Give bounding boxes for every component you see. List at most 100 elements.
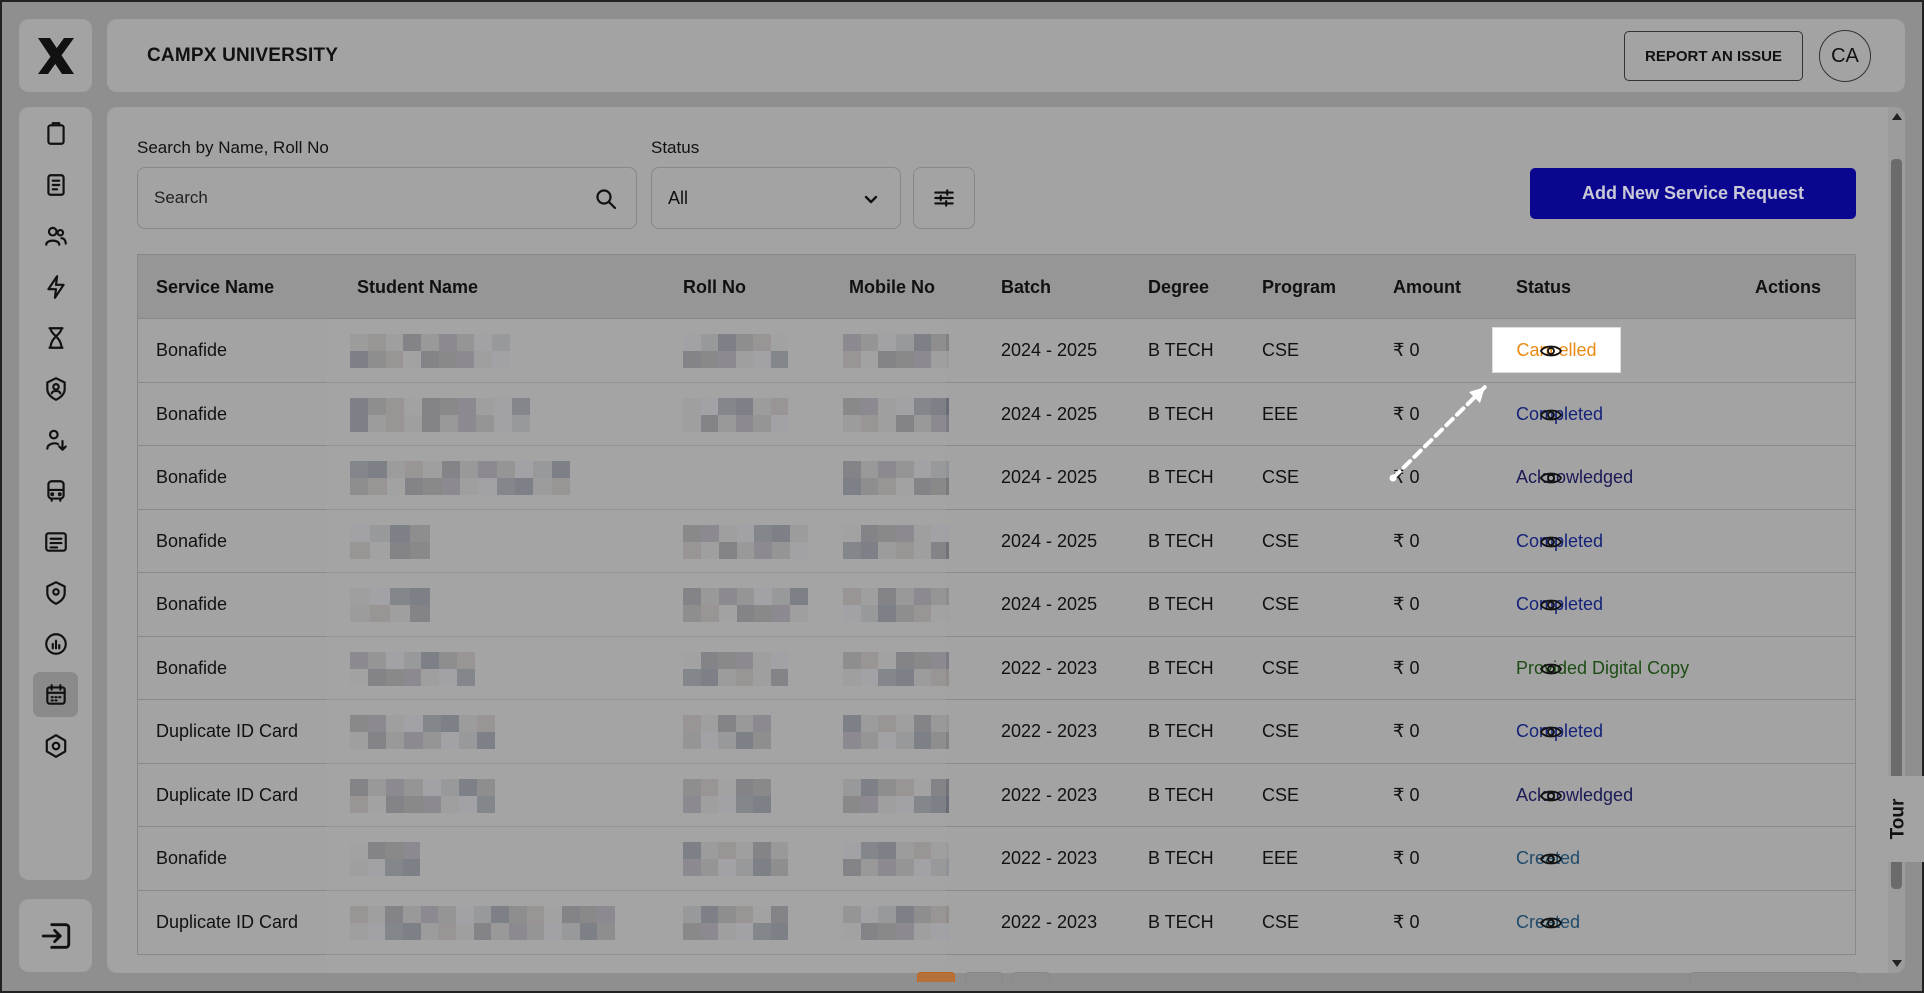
- sidebar-item-shield-user[interactable]: [33, 366, 78, 411]
- cell-degree: B TECH: [1148, 340, 1214, 360]
- view-eye-icon[interactable]: [1539, 657, 1563, 681]
- table-row[interactable]: Duplicate ID Card 2022 - 2023 B TECH CSE ₹ 0…: [138, 700, 1855, 764]
- cell-program: CSE: [1262, 721, 1300, 741]
- column-header-program[interactable]: Program: [1262, 277, 1336, 298]
- search-input[interactable]: [154, 168, 574, 228]
- report-issue-button[interactable]: REPORT AN ISSUE: [1624, 31, 1803, 81]
- search-icon[interactable]: [594, 187, 618, 211]
- column-header-status[interactable]: Status: [1516, 277, 1571, 298]
- table-row[interactable]: Duplicate ID Card 2022 - 2023 B TECH CSE ₹ 0…: [138, 891, 1855, 955]
- cell-batch: 2022 - 2023: [1001, 784, 1098, 805]
- redacted-field: [683, 334, 788, 368]
- rows-per-page-select[interactable]: [1690, 972, 1858, 982]
- redacted-field: [350, 842, 420, 876]
- x-logo-icon: [37, 37, 74, 74]
- view-eye-icon[interactable]: [1539, 847, 1563, 871]
- cell-service-name: Duplicate ID Card: [156, 721, 299, 741]
- cell-degree: B TECH: [1148, 911, 1214, 932]
- cell-service-name: Bonafide: [156, 530, 228, 551]
- cell-amount: ₹ 0: [1393, 467, 1420, 487]
- cell-amount: ₹ 0: [1393, 530, 1420, 551]
- view-eye-icon[interactable]: [1539, 466, 1563, 490]
- table-row[interactable]: Bonafide 2024 - 2025 B TECH CSE ₹ 0 Completed: [138, 573, 1855, 637]
- cell-batch: 2024 - 2025: [1001, 467, 1098, 487]
- cell-batch: 2022 - 2023: [1001, 911, 1098, 932]
- column-header-amount[interactable]: Amount: [1393, 277, 1461, 298]
- cell-service-name: Bonafide: [156, 340, 228, 360]
- cell-amount: ₹ 0: [1393, 657, 1420, 678]
- cell-batch: 2024 - 2025: [1001, 530, 1098, 551]
- redacted-field: [843, 461, 949, 495]
- sidebar-item-hourglass[interactable]: [33, 315, 78, 360]
- view-eye-icon[interactable]: [1539, 911, 1563, 935]
- sidebar-nav: [19, 107, 92, 880]
- table-row[interactable]: Bonafide 2022 - 2023 B TECH CSE ₹ 0 Provided …: [138, 637, 1855, 700]
- sidebar-item-bus[interactable]: [33, 468, 78, 513]
- pagination-page-active[interactable]: [917, 972, 955, 982]
- sidebar-item-shield-pin[interactable]: [33, 570, 78, 615]
- status-select[interactable]: All: [651, 167, 901, 229]
- sidebar-item-ledger[interactable]: [33, 519, 78, 564]
- column-header-service-name[interactable]: Service Name: [156, 277, 274, 298]
- cell-degree: B TECH: [1148, 403, 1214, 424]
- redacted-field: [843, 842, 949, 876]
- table-row[interactable]: Bonafide 2024 - 2025 B TECH CSE ₹ 0 Completed: [138, 510, 1855, 573]
- sidebar-item-user-cycle[interactable]: [33, 417, 78, 462]
- pagination-page[interactable]: [965, 972, 1003, 982]
- scroll-up-arrow[interactable]: [1892, 113, 1902, 120]
- sidebar-item-bolt[interactable]: [33, 264, 78, 309]
- sidebar-item-book[interactable]: [33, 162, 78, 207]
- scroll-down-arrow[interactable]: [1892, 960, 1902, 967]
- column-header-student-name[interactable]: Student Name: [357, 277, 478, 298]
- redacted-field: [683, 778, 771, 813]
- redacted-field: [843, 334, 949, 368]
- cell-program: CSE: [1262, 657, 1300, 678]
- book-icon: [46, 173, 65, 196]
- sidebar-item-clipboard[interactable]: [33, 111, 78, 156]
- sidebar-item-settings[interactable]: [33, 723, 78, 768]
- view-eye-icon[interactable]: [1539, 720, 1563, 744]
- column-header-roll-no[interactable]: Roll No: [683, 277, 746, 298]
- redacted-field: [683, 715, 771, 749]
- cell-degree: B TECH: [1148, 594, 1214, 614]
- cell-program: CSE: [1262, 467, 1300, 487]
- chevron-down-icon: [862, 190, 880, 208]
- view-eye-icon[interactable]: [1539, 593, 1563, 617]
- column-header-degree[interactable]: Degree: [1148, 277, 1209, 298]
- table-row[interactable]: Duplicate ID Card 2022 - 2023 B TECH CSE ₹ 0…: [138, 764, 1855, 827]
- column-header-mobile-no[interactable]: Mobile No: [849, 277, 935, 298]
- column-header-batch[interactable]: Batch: [1001, 277, 1051, 298]
- campx-logo[interactable]: [19, 19, 92, 92]
- view-eye-icon[interactable]: [1539, 530, 1563, 554]
- view-eye-icon[interactable]: [1539, 339, 1563, 363]
- table-row[interactable]: Bonafide 2024 - 2025 B TECH CSE ₹ 0 Cancelled: [138, 319, 1855, 383]
- table-row[interactable]: Bonafide 2024 - 2025 B TECH CSE ₹ 0 Acknowled…: [138, 446, 1855, 510]
- avatar[interactable]: CA: [1819, 30, 1871, 82]
- advanced-filter-button[interactable]: [913, 167, 975, 229]
- pagination-page[interactable]: [1012, 972, 1050, 982]
- sidebar-item-calendar[interactable]: [33, 672, 78, 717]
- tour-tab[interactable]: Tour: [1873, 776, 1924, 862]
- view-eye-icon[interactable]: [1539, 784, 1563, 808]
- table-row[interactable]: Bonafide 2022 - 2023 B TECH EEE ₹ 0 Created: [138, 827, 1855, 891]
- redacted-field: [843, 397, 949, 432]
- users-icon: [44, 226, 67, 246]
- view-eye-icon[interactable]: [1539, 403, 1563, 427]
- sidebar-item-users[interactable]: [33, 213, 78, 258]
- add-service-request-button[interactable]: Add New Service Request: [1530, 168, 1856, 219]
- sidebar-item-report-chart[interactable]: [33, 621, 78, 666]
- redacted-field: [683, 651, 788, 686]
- redacted-field: [683, 842, 788, 876]
- report-chart-icon: [44, 632, 67, 655]
- redacted-field: [350, 334, 510, 368]
- cell-program: CSE: [1262, 784, 1300, 805]
- main-panel: Search by Name, Roll No Status All Add N…: [107, 107, 1905, 973]
- org-name: CAMPX UNIVERSITY: [147, 45, 339, 66]
- redacted-field: [350, 461, 570, 495]
- status-badge: Acknowledged: [1516, 467, 1634, 487]
- column-header-actions: Actions: [1755, 277, 1822, 297]
- logout-button[interactable]: [19, 899, 92, 972]
- table-row[interactable]: Bonafide 2024 - 2025 B TECH EEE ₹ 0 Completed: [138, 383, 1855, 446]
- redacted-field: [683, 397, 788, 432]
- user-cycle-icon: [45, 429, 67, 451]
